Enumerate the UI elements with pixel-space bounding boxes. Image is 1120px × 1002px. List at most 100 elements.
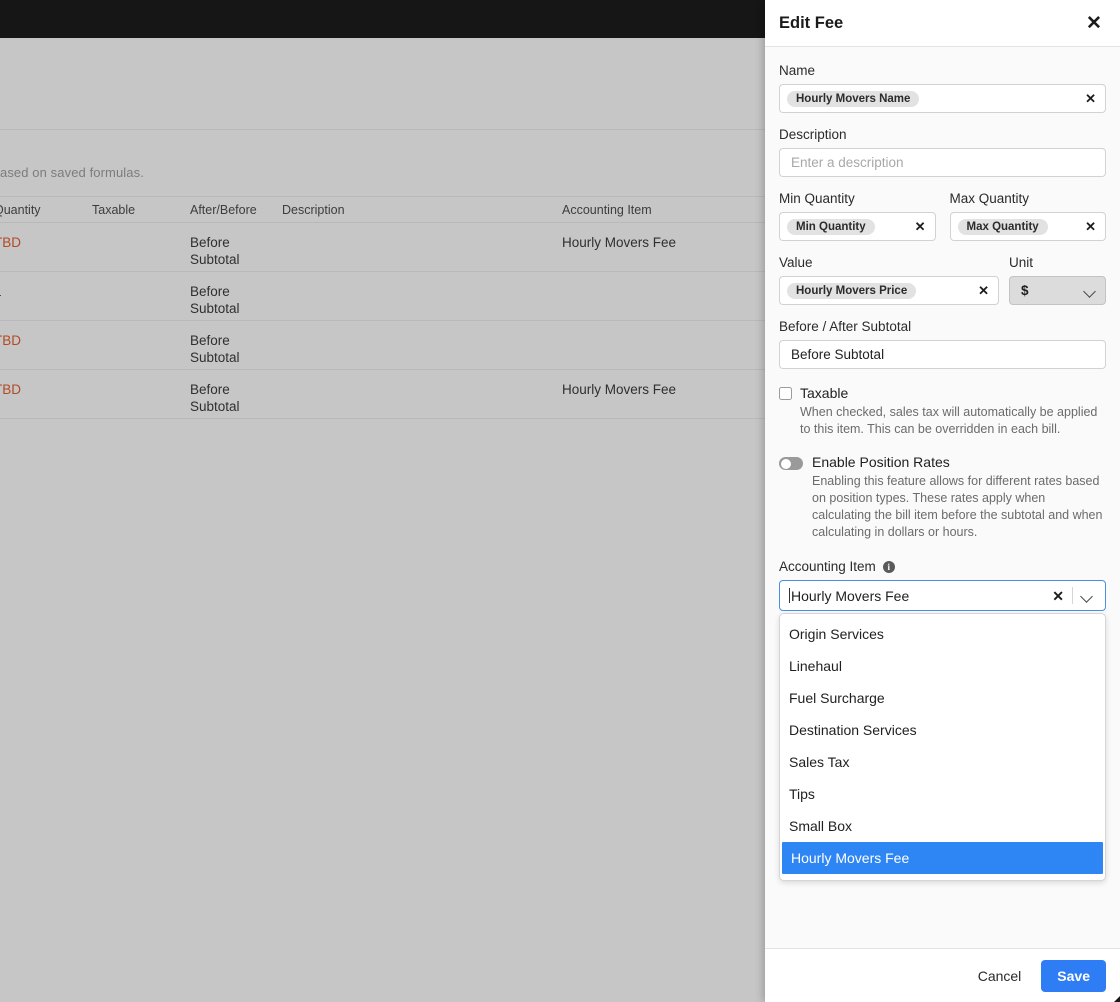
cell-after-before: Before Subtotal — [190, 284, 240, 316]
name-label: Name — [779, 63, 816, 78]
cell-accounting-item: Hourly Movers Fee — [562, 382, 677, 397]
drawer-footer: Cancel Save — [765, 948, 1120, 1002]
before-after-subtotal-input[interactable]: Before Subtotal — [779, 340, 1106, 369]
name-input[interactable]: Hourly Movers Name ✕ — [779, 84, 1106, 113]
value-clear-icon[interactable]: ✕ — [975, 284, 992, 297]
before-after-subtotal-group: Before / After Subtotal Before Subtotal — [779, 319, 1106, 369]
cancel-button[interactable]: Cancel — [974, 962, 1026, 990]
unit-label: Unit — [1009, 255, 1034, 270]
cell-after-before: Before Subtotal — [190, 333, 240, 365]
position-rates-help-text: Enabling this feature allows for differe… — [812, 474, 1103, 539]
info-icon[interactable]: i — [882, 560, 895, 573]
accounting-item-input[interactable]: Hourly Movers Fee ✕ — [779, 580, 1106, 611]
before-after-subtotal-label: Before / After Subtotal — [779, 319, 912, 334]
min-quantity-token[interactable]: Min Quantity — [787, 218, 875, 235]
min-quantity-label: Min Quantity — [779, 191, 855, 206]
position-rates-toggle[interactable] — [779, 457, 803, 470]
dropdown-option-fuel-surcharge[interactable]: Fuel Surcharge — [780, 682, 1105, 714]
cell-quantity: TBD — [0, 333, 21, 348]
app-topbar — [0, 0, 765, 38]
dropdown-option-hourly-movers-fee[interactable]: Hourly Movers Fee — [782, 842, 1103, 874]
drawer-body: Name Hourly Movers Name ✕ Description En… — [765, 47, 1120, 948]
accounting-item-dropdown-toggle[interactable] — [1078, 592, 1097, 599]
cell-quantity: TBD — [0, 382, 21, 397]
max-quantity-token[interactable]: Max Quantity — [957, 218, 1048, 235]
value-unit-row: Value Hourly Movers Price ✕ Unit $ — [779, 255, 1106, 305]
min-quantity-clear-icon[interactable]: ✕ — [912, 220, 929, 233]
dropdown-option-sales-tax[interactable]: Sales Tax — [780, 746, 1105, 778]
max-quantity-label: Max Quantity — [949, 191, 1030, 206]
accounting-item-dropdown: Origin Services Linehaul Fuel Surcharge … — [779, 613, 1106, 881]
content-divider — [0, 129, 765, 130]
taxable-group: Taxable When checked, sales tax will aut… — [779, 385, 1106, 438]
table-row[interactable]: TBD Before Subtotal Hourly Movers Fee — [0, 223, 765, 272]
cell-after-before: Before Subtotal — [190, 382, 240, 414]
description-field-group: Description Enter a description — [779, 127, 1106, 177]
chevron-down-icon — [1082, 592, 1093, 599]
fees-table: Quantity Taxable After/Before Descriptio… — [0, 196, 765, 419]
save-button[interactable]: Save — [1041, 959, 1106, 992]
quantity-row: Min Quantity Min Quantity ✕ Max Quantity… — [779, 191, 1106, 241]
max-quantity-clear-icon[interactable]: ✕ — [1082, 220, 1099, 233]
formula-note: ased on saved formulas. — [0, 165, 144, 180]
table-row[interactable]: TBD Before Subtotal Hourly Movers Fee — [0, 370, 765, 419]
accounting-item-value: Hourly Movers Fee — [791, 587, 910, 604]
th-description: Description — [282, 203, 345, 217]
accounting-item-clear-icon[interactable]: ✕ — [1046, 589, 1070, 603]
edit-fee-drawer: Edit Fee ✕ Name Hourly Movers Name ✕ Des… — [765, 0, 1120, 1002]
dropdown-option-destination-services[interactable]: Destination Services — [780, 714, 1105, 746]
unit-field-group: Unit $ — [1009, 255, 1106, 305]
text-cursor — [789, 588, 790, 603]
resize-handle[interactable] — [1104, 986, 1120, 1002]
name-field-group: Name Hourly Movers Name ✕ — [779, 63, 1106, 113]
description-label: Description — [779, 127, 847, 142]
drawer-title: Edit Fee — [779, 13, 844, 32]
max-quantity-field-group: Max Quantity Max Quantity ✕ — [949, 191, 1106, 241]
value-token[interactable]: Hourly Movers Price — [787, 282, 917, 299]
th-after-before: After/Before — [190, 203, 257, 217]
th-accounting-item: Accounting Item — [562, 203, 652, 217]
cell-quantity: 1 — [0, 283, 2, 300]
taxable-help-text: When checked, sales tax will automatical… — [800, 405, 1098, 436]
name-token[interactable]: Hourly Movers Name — [787, 90, 920, 107]
value-label: Value — [779, 255, 813, 270]
value-field-group: Value Hourly Movers Price ✕ — [779, 255, 999, 305]
name-clear-icon[interactable]: ✕ — [1082, 92, 1099, 105]
table-row[interactable]: 1 Before Subtotal — [0, 272, 765, 321]
th-quantity: Quantity — [0, 203, 41, 217]
accounting-item-label: Accounting Item — [779, 559, 876, 574]
taxable-checkbox[interactable] — [779, 387, 792, 400]
app-content — [0, 38, 765, 1002]
divider — [1072, 587, 1073, 604]
position-rates-row[interactable]: Enable Position Rates — [779, 454, 1106, 470]
cell-accounting-item: Hourly Movers Fee — [562, 235, 677, 250]
close-icon[interactable]: ✕ — [1082, 11, 1106, 35]
min-quantity-field-group: Min Quantity Min Quantity ✕ — [779, 191, 936, 241]
max-quantity-input[interactable]: Max Quantity ✕ — [949, 212, 1106, 241]
before-after-subtotal-value: Before Subtotal — [791, 347, 885, 362]
drawer-header: Edit Fee ✕ — [765, 0, 1120, 47]
dropdown-option-origin-services[interactable]: Origin Services — [780, 618, 1105, 650]
unit-select[interactable]: $ — [1009, 276, 1106, 305]
th-taxable: Taxable — [92, 203, 136, 217]
description-input[interactable]: Enter a description — [779, 148, 1106, 177]
position-rates-group: Enable Position Rates Enabling this feat… — [779, 454, 1106, 541]
cell-after-before: Before Subtotal — [190, 235, 240, 267]
table-row[interactable]: TBD Before Subtotal — [0, 321, 765, 370]
toggle-knob — [780, 458, 791, 469]
description-placeholder: Enter a description — [791, 155, 904, 170]
dropdown-option-small-box[interactable]: Small Box — [780, 810, 1105, 842]
table-header-row: Quantity Taxable After/Before Descriptio… — [0, 196, 765, 223]
cell-quantity: TBD — [0, 235, 21, 250]
dropdown-option-linehaul[interactable]: Linehaul — [780, 650, 1105, 682]
taxable-row[interactable]: Taxable — [779, 385, 1106, 401]
accounting-item-group: Accounting Item i Hourly Movers Fee ✕ Or… — [779, 559, 1106, 881]
position-rates-label: Enable Position Rates — [812, 454, 950, 470]
min-quantity-input[interactable]: Min Quantity ✕ — [779, 212, 936, 241]
accounting-item-actions: ✕ — [1046, 587, 1097, 604]
dropdown-option-tips[interactable]: Tips — [780, 778, 1105, 810]
chevron-down-icon — [1085, 287, 1096, 294]
unit-selected-value: $ — [1021, 283, 1029, 298]
screen-root: ased on saved formulas. Quantity Taxable… — [0, 0, 1120, 1002]
value-input[interactable]: Hourly Movers Price ✕ — [779, 276, 999, 305]
